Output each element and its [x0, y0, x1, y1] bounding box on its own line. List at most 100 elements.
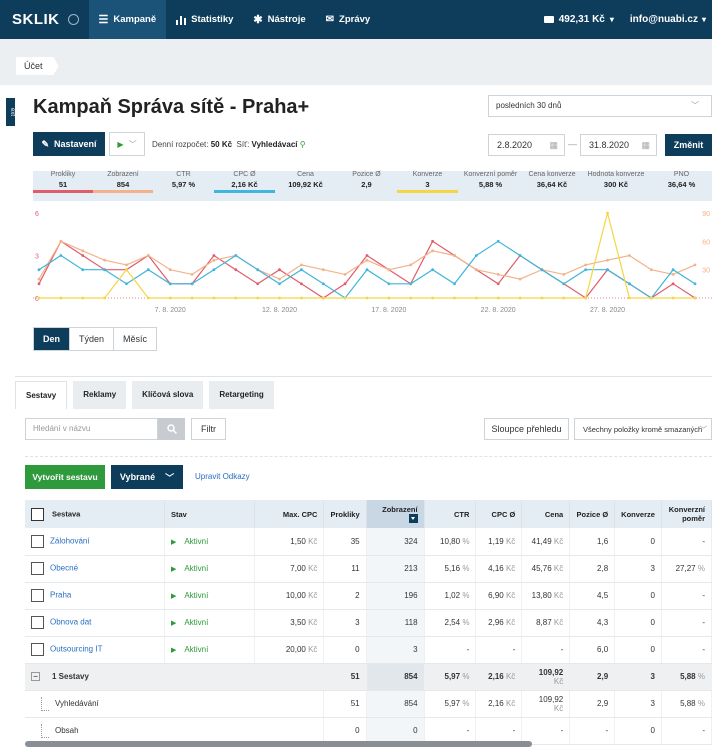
side-panel-tab[interactable]: ext	[6, 98, 15, 126]
series-point[interactable]	[540, 296, 544, 300]
series-point[interactable]	[518, 296, 522, 300]
period-select[interactable]: posledních 30 dnů ﹀	[488, 95, 712, 117]
series-point[interactable]	[300, 263, 303, 267]
col-zobrazeni[interactable]: Zobrazení	[366, 500, 425, 528]
table-row[interactable]: Zálohování ▶ Aktivní 1,50 Kč 35 324 10,80 % 1,1…	[25, 528, 712, 556]
series-point[interactable]	[518, 277, 522, 281]
series-point[interactable]	[671, 273, 675, 276]
cell-max-cpc[interactable]: 1,50 Kč	[254, 528, 325, 556]
row-checkbox[interactable]	[31, 534, 44, 548]
tab-klicova-slova[interactable]: Klíčová slova	[132, 381, 204, 409]
series-point[interactable]	[212, 258, 216, 262]
tab-mesic[interactable]: Měsíc	[114, 328, 156, 350]
series-point[interactable]	[125, 268, 128, 272]
series-point[interactable]	[103, 268, 106, 272]
series-point[interactable]	[103, 258, 106, 262]
series-point[interactable]	[37, 296, 41, 300]
series-point[interactable]	[190, 282, 194, 286]
series-point[interactable]	[234, 254, 238, 257]
series-point[interactable]	[321, 296, 325, 300]
series-point[interactable]	[190, 296, 194, 300]
series-point[interactable]	[496, 239, 500, 243]
tab-den[interactable]: Den	[34, 328, 71, 350]
nav-zpravy[interactable]: ✉ Zprávy	[316, 0, 381, 39]
tab-tyden[interactable]: Týden	[70, 328, 115, 350]
series-point[interactable]	[146, 268, 150, 272]
series-point[interactable]	[212, 296, 216, 300]
series-point[interactable]	[365, 254, 369, 257]
series-point[interactable]	[584, 268, 588, 272]
series-point[interactable]	[474, 254, 478, 257]
series-point[interactable]	[365, 258, 369, 262]
series-point[interactable]	[562, 296, 566, 300]
metric-3[interactable]: CPC Ø 2,16 Kč	[214, 171, 275, 193]
series-point[interactable]	[693, 296, 697, 300]
credit-balance[interactable]: 492,31 Kč ▾	[543, 14, 614, 25]
series-point[interactable]	[256, 296, 260, 300]
row-checkbox[interactable]	[31, 589, 44, 602]
create-ad-group-button[interactable]: Vytvořit sestavu	[25, 465, 105, 489]
series-point[interactable]	[125, 282, 128, 286]
series-point[interactable]	[496, 296, 500, 300]
series-point[interactable]	[212, 268, 216, 272]
series-point[interactable]	[81, 268, 85, 272]
metric-7[interactable]: Konverzní poměr 5,88 %	[458, 171, 523, 189]
col-ctr[interactable]: CTR	[424, 500, 477, 528]
horizontal-scrollbar[interactable]	[25, 741, 532, 747]
col-prokliky[interactable]: Prokliky	[323, 500, 367, 528]
cell-max-cpc[interactable]: 7,00 Kč	[254, 555, 325, 583]
series-point[interactable]	[343, 273, 347, 276]
series-point[interactable]	[59, 239, 63, 243]
row-checkbox[interactable]	[31, 562, 44, 575]
series-point[interactable]	[387, 282, 391, 286]
series-point[interactable]	[628, 282, 631, 286]
series-point[interactable]	[649, 296, 653, 300]
series-point[interactable]	[584, 263, 588, 267]
series-point[interactable]	[474, 296, 478, 300]
series-point[interactable]	[671, 296, 675, 300]
series-point[interactable]	[431, 268, 434, 272]
series-point[interactable]	[125, 263, 128, 267]
ad-group-link[interactable]: Praha	[50, 591, 71, 600]
series-point[interactable]	[562, 273, 566, 276]
series-point[interactable]	[431, 239, 434, 243]
col-pozice[interactable]: Pozice Ø	[569, 500, 616, 528]
select-all-checkbox[interactable]	[31, 507, 44, 521]
tab-retargeting[interactable]: Retargeting	[209, 381, 274, 409]
series-point[interactable]	[190, 273, 194, 276]
series-point[interactable]	[256, 282, 260, 286]
series-point[interactable]	[256, 268, 260, 272]
series-point[interactable]	[671, 282, 675, 286]
logo[interactable]: SKLIK	[12, 11, 79, 28]
series-point[interactable]	[606, 258, 609, 262]
col-cena[interactable]: Cena	[521, 500, 571, 528]
series-point[interactable]	[387, 268, 391, 272]
series-point[interactable]	[168, 296, 172, 300]
metric-4[interactable]: Cena 109,92 Kč	[275, 171, 336, 189]
series-point[interactable]	[496, 273, 500, 276]
date-from-input[interactable]: 2.8.2020 ▦	[488, 134, 565, 156]
series-point[interactable]	[37, 277, 41, 281]
col-konverze[interactable]: Konverze	[614, 500, 662, 528]
series-point[interactable]	[81, 296, 85, 300]
cell-status[interactable]: ▶ Aktivní	[164, 555, 255, 583]
ad-group-link[interactable]: Zálohování	[50, 536, 90, 545]
series-point[interactable]	[387, 296, 391, 300]
metric-5[interactable]: Pozice Ø 2,9	[336, 171, 397, 189]
series-point[interactable]	[628, 254, 631, 257]
settings-button[interactable]: ✎ Nastavení	[33, 132, 105, 156]
tab-reklamy[interactable]: Reklamy	[73, 381, 127, 409]
series-point[interactable]	[409, 263, 413, 267]
series-point[interactable]	[649, 268, 653, 272]
series-point[interactable]	[81, 249, 85, 253]
series-point[interactable]	[321, 282, 325, 286]
col-konverzni-pomer[interactable]: Konverzní poměr	[661, 500, 712, 528]
series-point[interactable]	[278, 268, 281, 272]
series-point[interactable]	[628, 296, 631, 300]
series-point[interactable]	[518, 254, 522, 257]
row-checkbox[interactable]	[31, 643, 44, 656]
series-point[interactable]	[81, 254, 85, 257]
series-point[interactable]	[431, 249, 434, 253]
series-point[interactable]	[168, 282, 172, 286]
filter-button[interactable]: Filtr	[191, 418, 226, 440]
